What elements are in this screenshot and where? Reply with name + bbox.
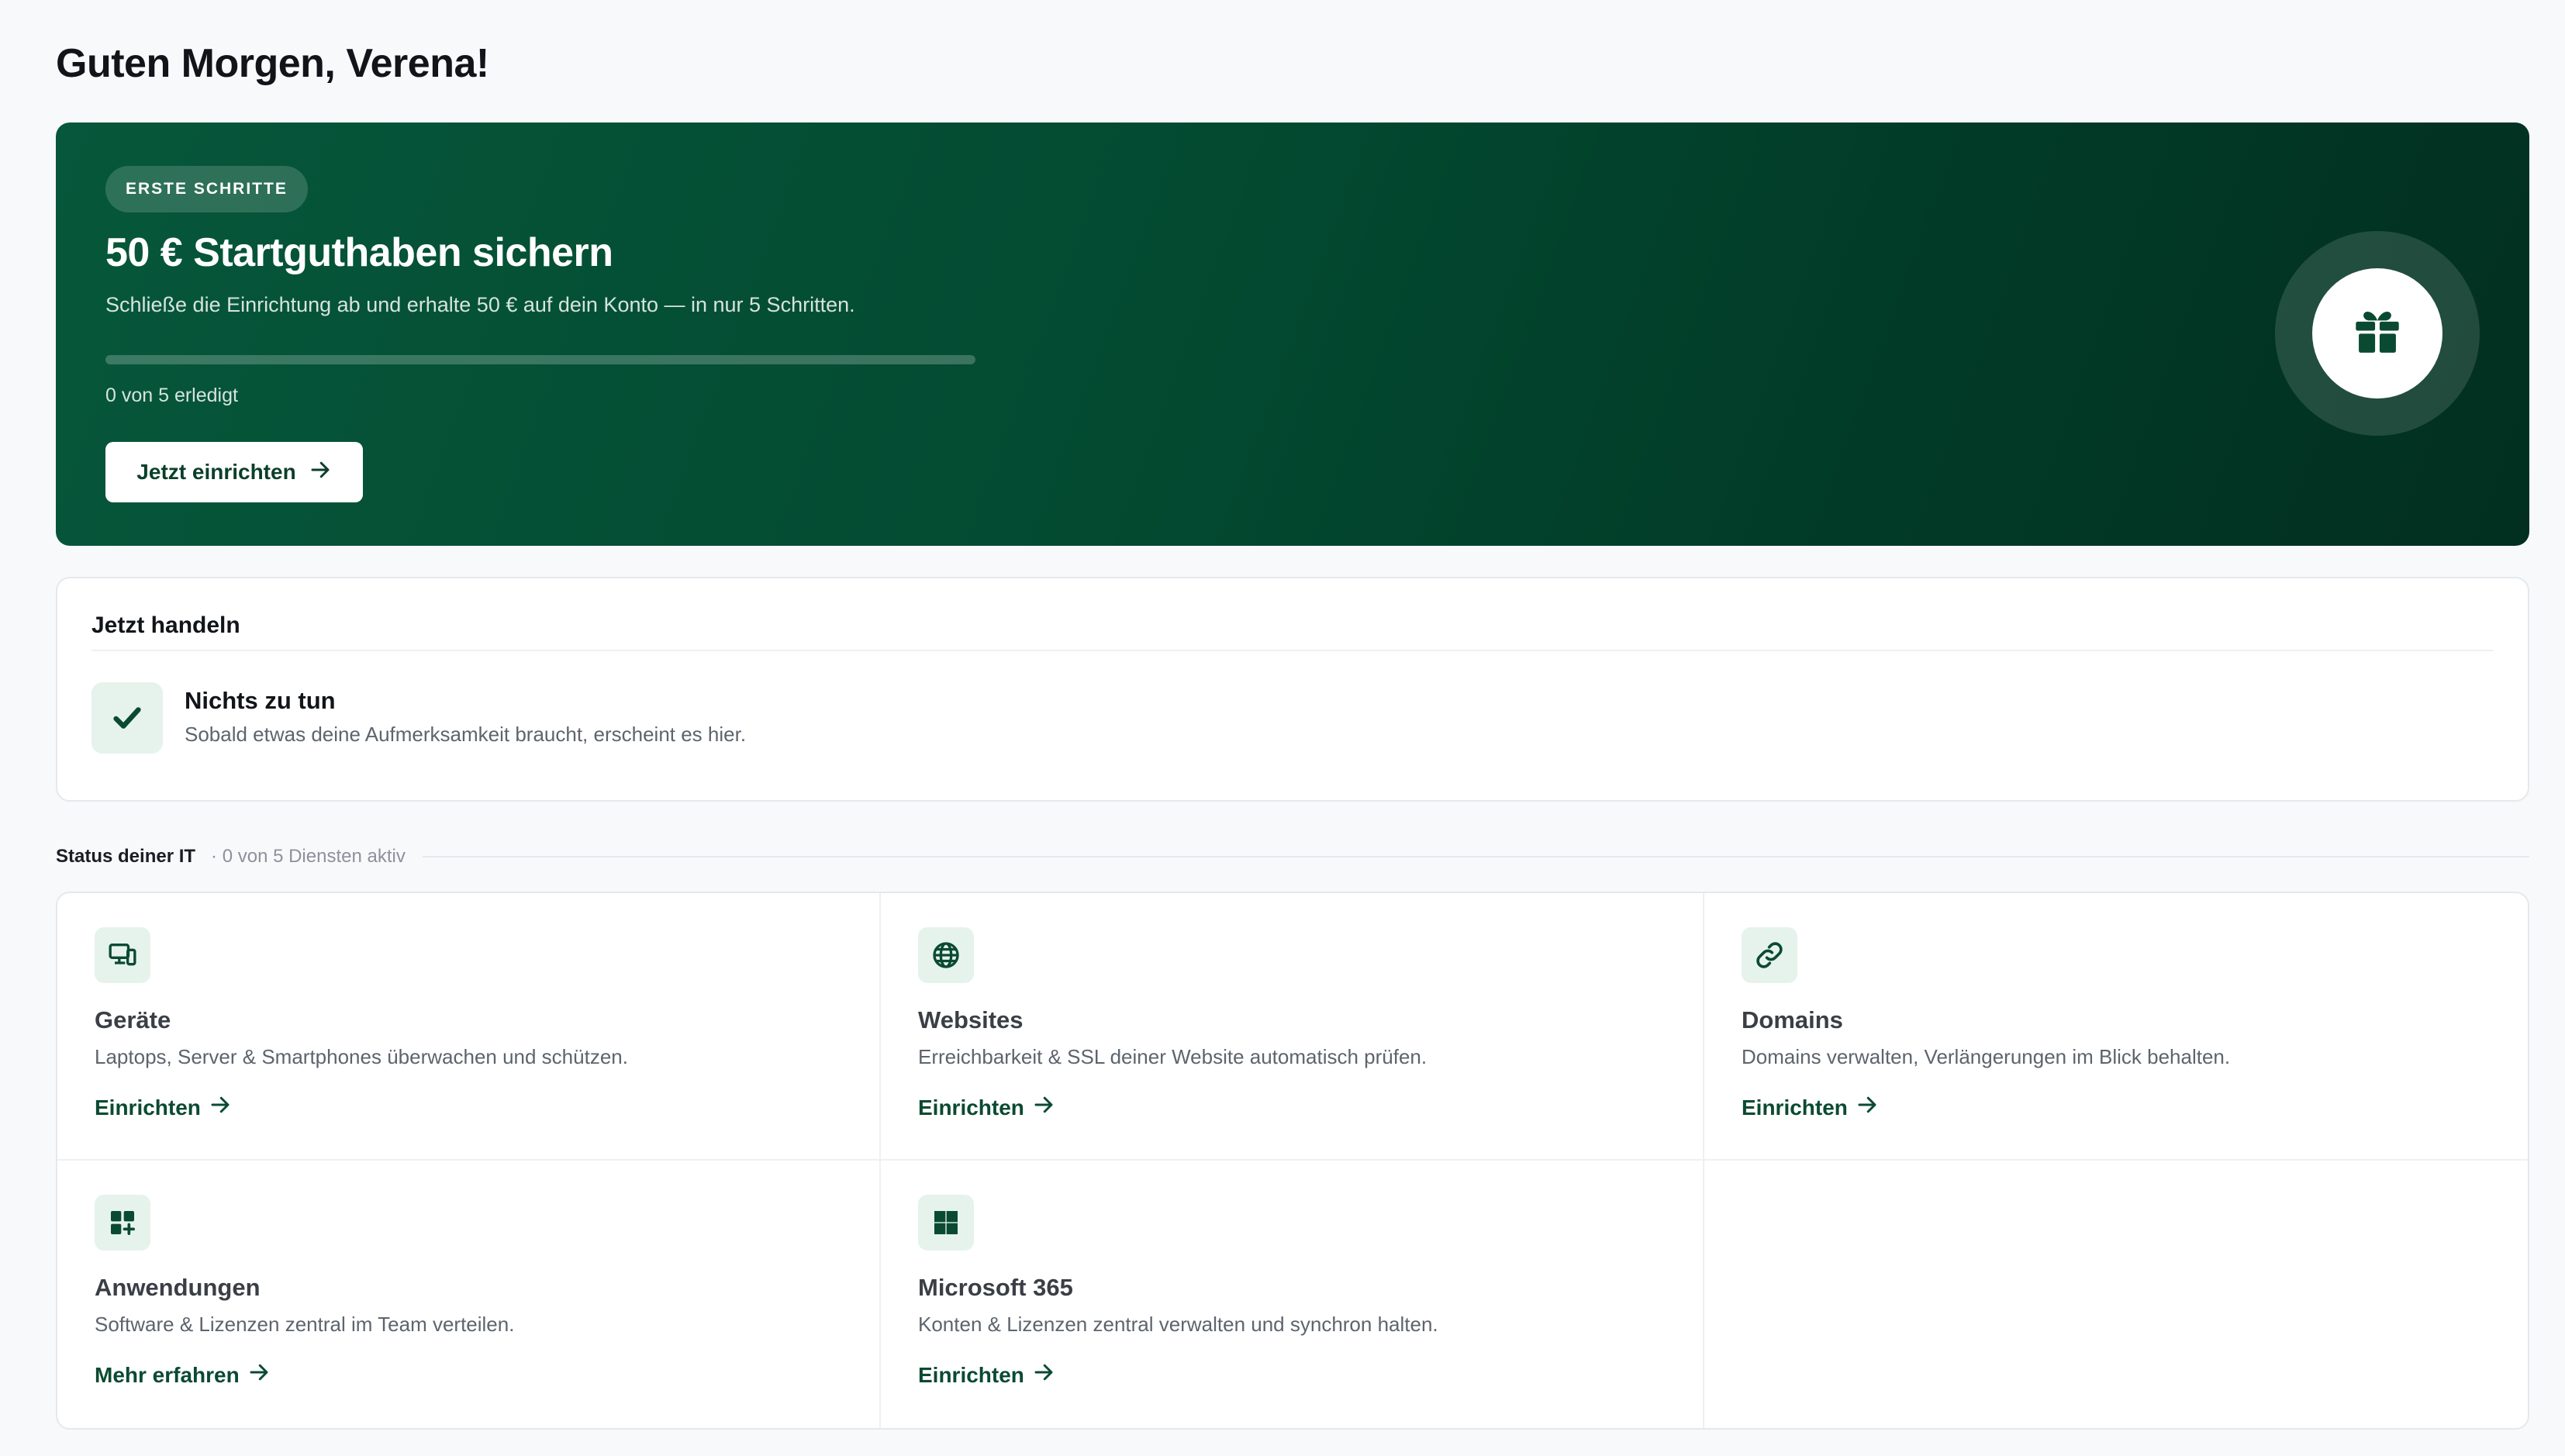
service-card-devices: Geräte Laptops, Server & Smartphones übe… bbox=[57, 893, 881, 1161]
domains-setup-link[interactable]: Einrichten bbox=[1742, 1093, 1879, 1122]
service-title: Domains bbox=[1742, 1006, 1843, 1033]
devices-icon bbox=[95, 927, 150, 983]
it-status-divider bbox=[422, 856, 2529, 857]
it-status-count: · 0 von 5 Diensten aktiv bbox=[211, 846, 406, 867]
action-card-title: Jetzt handeln bbox=[91, 612, 240, 638]
service-card-domains: Domains Domains verwalten, Verlängerunge… bbox=[1704, 893, 2528, 1161]
greeting-heading: Guten Morgen, Verena! bbox=[56, 41, 489, 86]
onboarding-progress-bar bbox=[105, 355, 975, 364]
service-title: Anwendungen bbox=[95, 1274, 261, 1301]
onboarding-banner: ERSTE SCHRITTE 50 € Startguthaben sicher… bbox=[56, 122, 2529, 546]
arrow-right-icon bbox=[209, 1093, 232, 1122]
service-card-applications: Anwendungen Software & Lizenzen zentral … bbox=[57, 1161, 881, 1428]
arrow-right-icon bbox=[1032, 1361, 1055, 1389]
onboarding-badge: ERSTE SCHRITTE bbox=[105, 166, 308, 212]
globe-icon bbox=[918, 927, 974, 983]
service-card-microsoft-365: Microsoft 365 Konten & Lizenzen zentral … bbox=[881, 1161, 1704, 1428]
apps-add-icon bbox=[95, 1195, 150, 1251]
devices-setup-link[interactable]: Einrichten bbox=[95, 1093, 232, 1122]
service-link-label: Einrichten bbox=[918, 1095, 1024, 1120]
service-card-websites: Websites Erreichbarkeit & SSL deiner Web… bbox=[881, 893, 1704, 1161]
services-grid: Geräte Laptops, Server & Smartphones übe… bbox=[56, 892, 2529, 1430]
onboarding-progress-text: 0 von 5 erledigt bbox=[105, 385, 238, 406]
service-description: Domains verwalten, Verlängerungen im Bli… bbox=[1742, 1045, 2231, 1068]
action-card: Jetzt handeln Nichts zu tun Sobald etwas… bbox=[56, 577, 2529, 802]
gift-illustration bbox=[2275, 231, 2480, 436]
dashboard-page: Guten Morgen, Verena! ERSTE SCHRITTE 50 … bbox=[0, 0, 2565, 1456]
arrow-right-icon bbox=[309, 458, 332, 487]
service-description: Erreichbarkeit & SSL deiner Website auto… bbox=[918, 1045, 1427, 1068]
service-card-empty bbox=[1704, 1161, 2528, 1428]
service-link-label: Einrichten bbox=[1742, 1095, 1848, 1120]
service-link-label: Mehr erfahren bbox=[95, 1362, 240, 1387]
service-title: Geräte bbox=[95, 1006, 171, 1033]
service-description: Laptops, Server & Smartphones überwachen… bbox=[95, 1045, 628, 1068]
it-status-heading: Status deiner IT · 0 von 5 Diensten akti… bbox=[56, 845, 2529, 868]
windows-icon bbox=[918, 1195, 974, 1251]
service-title: Microsoft 365 bbox=[918, 1274, 1073, 1301]
arrow-right-icon bbox=[1032, 1093, 1055, 1122]
action-text: Sobald etwas deine Aufmerksamkeit brauch… bbox=[185, 723, 747, 746]
onboarding-title: 50 € Startguthaben sichern bbox=[105, 230, 613, 275]
service-link-label: Einrichten bbox=[95, 1095, 201, 1120]
gift-circle bbox=[2312, 268, 2442, 399]
arrow-right-icon bbox=[247, 1361, 271, 1389]
setup-now-label: Jetzt einrichten bbox=[136, 460, 296, 484]
service-link-label: Einrichten bbox=[918, 1362, 1024, 1387]
link-icon bbox=[1742, 927, 1797, 983]
onboarding-subtitle: Schließe die Einrichtung ab und erhalte … bbox=[105, 293, 855, 316]
websites-setup-link[interactable]: Einrichten bbox=[918, 1093, 1055, 1122]
microsoft-365-setup-link[interactable]: Einrichten bbox=[918, 1361, 1055, 1389]
arrow-right-icon bbox=[1856, 1093, 1879, 1122]
gift-icon bbox=[2350, 305, 2404, 363]
it-status-label: Status deiner IT bbox=[56, 846, 196, 867]
applications-learn-more-link[interactable]: Mehr erfahren bbox=[95, 1361, 271, 1389]
setup-now-button[interactable]: Jetzt einrichten bbox=[105, 442, 363, 502]
action-card-divider bbox=[91, 650, 2494, 651]
service-title: Websites bbox=[918, 1006, 1024, 1033]
service-description: Software & Lizenzen zentral im Team vert… bbox=[95, 1313, 515, 1336]
action-headline: Nichts zu tun bbox=[185, 687, 336, 714]
service-description: Konten & Lizenzen zentral verwalten und … bbox=[918, 1313, 1438, 1336]
check-icon bbox=[91, 682, 163, 754]
